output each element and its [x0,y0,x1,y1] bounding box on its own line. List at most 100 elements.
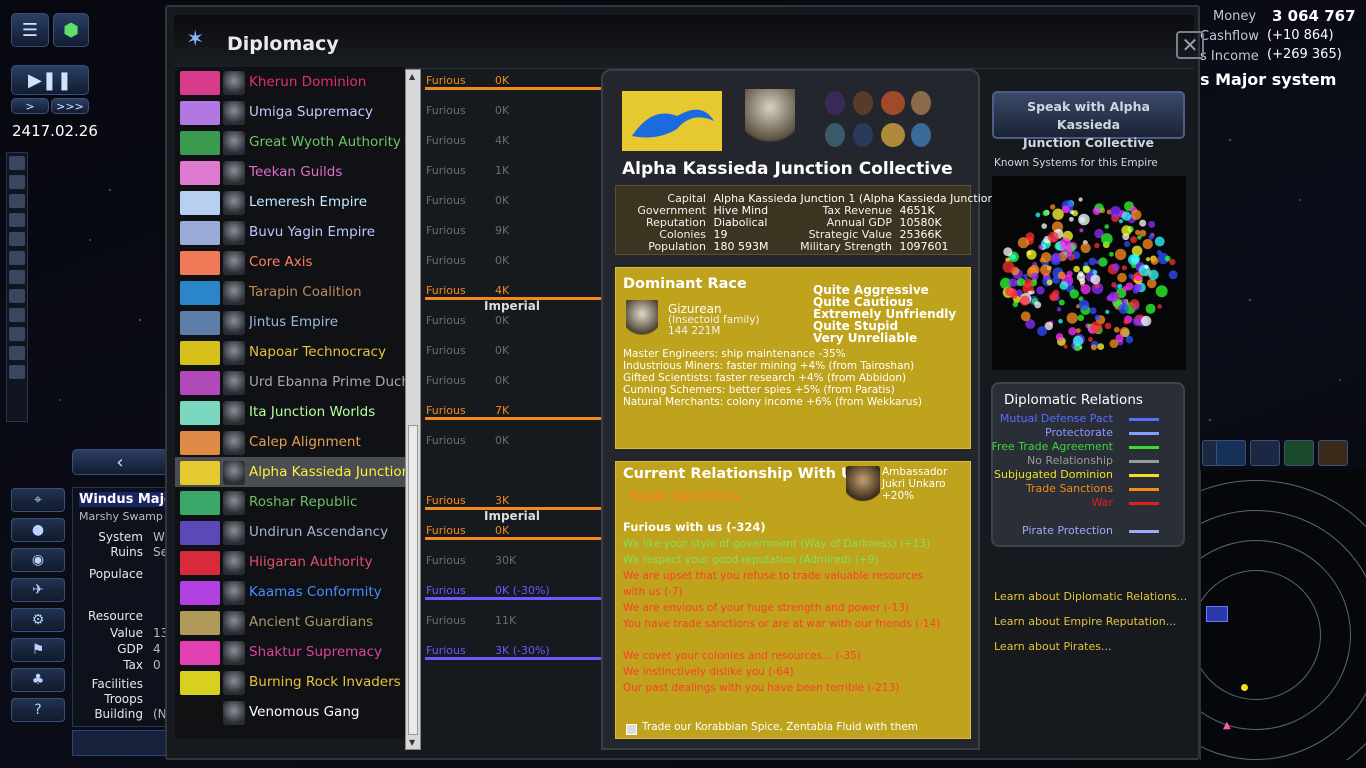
strip-icon[interactable] [9,232,25,246]
strip-icon[interactable] [9,156,25,170]
empire-flag-icon [180,251,220,275]
map-toolbar-button[interactable] [1216,440,1246,466]
speed-fast-button[interactable]: >>> [51,98,89,114]
empire-row[interactable]: Undirun Ascendancy [175,517,405,547]
relation-indicator: Furious 0K [425,97,601,127]
learn-more-link[interactable]: Learn about Diplomatic Relations... [994,590,1187,603]
galaxy-star-marker [1121,265,1127,271]
empire-flag-icon [180,371,220,395]
eye-icon: ◉ [31,552,45,568]
strip-icon[interactable] [9,194,25,208]
close-button[interactable]: ✕ [1176,31,1204,59]
empire-row[interactable]: Ancient Guardians [175,607,405,637]
system-map[interactable]: ▲ [1200,470,1366,760]
fleet-marker[interactable] [1206,606,1228,622]
strip-icon[interactable] [9,289,25,303]
ambassador-bonus: +20% [882,490,915,502]
empire-row[interactable]: Ita Junction Worlds [175,397,405,427]
empire-row[interactable]: Great Wyoth Authority [175,127,405,157]
scroll-down-arrow[interactable]: ▼ [409,738,415,747]
empire-row[interactable]: Napoar Technocracy [175,337,405,367]
dip-legend-swatch [1129,474,1159,477]
collapse-panel-button[interactable]: ‹ [72,449,168,475]
star-marker[interactable] [1241,684,1248,691]
side-tree-button[interactable]: ♣ [11,668,65,692]
diplomatic-relations-legend: Diplomatic Relations Mutual Defense Pact… [991,382,1185,547]
map-toolbar-button[interactable] [1284,440,1314,466]
ambassador-label: Ambassador [882,466,948,478]
strip-icon[interactable] [9,251,25,265]
side-target-button[interactable]: ⌖ [11,488,65,512]
empire-row[interactable]: Hiigaran Authority [175,547,405,577]
scroll-thumb[interactable] [408,425,418,735]
strip-icon[interactable] [9,327,25,341]
empire-list[interactable]: Kherun Dominion Umiga Supremacy Great Wy… [175,67,405,739]
galaxy-star-marker [1046,279,1053,286]
side-planet-button[interactable]: ● [11,518,65,542]
empire-list-scrollbar[interactable]: ▲ ▼ [405,69,421,750]
empire-row[interactable]: Shaktur Supremacy [175,637,405,667]
empire-row[interactable]: Buvu Yagin Empire [175,217,405,247]
learn-more-link[interactable]: Learn about Pirates... [994,640,1112,653]
empire-row[interactable]: Calep Alignment [175,427,405,457]
species-icon [853,123,873,147]
galaxy-star-marker [1051,252,1061,263]
strip-icon[interactable] [9,175,25,189]
dip-legend-label: Subjugated Dominion [994,468,1113,481]
relation-status: Furious [426,494,466,507]
empire-row[interactable]: Jintus Empire [175,307,405,337]
relationship-reason-negative: We covet your colonies and resources... … [623,650,861,662]
system-info-label: Value [110,626,143,640]
galaxy-star-marker [1041,223,1047,229]
bottom-tool-buttons[interactable] [72,730,168,756]
trade-checkbox-label[interactable]: Trade our Korabbian Spice, Zentabia Flui… [642,721,918,733]
learn-more-link[interactable]: Learn about Empire Reputation... [994,615,1176,628]
empire-name: Umiga Supremacy [249,104,374,120]
speak-with-empire-button[interactable]: Speak with Alpha Kassieda Junction Colle… [992,91,1185,150]
map-toolbar-button[interactable] [1318,440,1348,466]
side-eye-button[interactable]: ◉ [11,548,65,572]
empire-row[interactable]: Venomous Gang [175,697,405,727]
strip-icon[interactable] [9,213,25,227]
system-info-label: Building [94,707,143,721]
galaxy-star-marker [1037,326,1048,337]
empire-row[interactable]: Burning Rock Invaders [175,667,405,697]
trade-checkbox[interactable] [626,724,637,735]
map-toolbar-button[interactable] [1250,440,1280,466]
empire-row[interactable]: Urd Ebanna Prime Duchy [175,367,405,397]
system-info-value: 4 [153,642,161,656]
system-info-value: 0 [153,658,161,672]
side-settings-button[interactable]: ⚙ [11,608,65,632]
scroll-up-arrow[interactable]: ▲ [409,72,415,81]
help-button[interactable]: ⬢ [53,13,89,47]
empire-row[interactable]: Kaamas Conformity [175,577,405,607]
empire-row[interactable]: Teekan Guilds [175,157,405,187]
speed-slow-button[interactable]: > [11,98,49,114]
side-flag-button[interactable]: ⚑ [11,638,65,662]
empire-row[interactable]: Alpha Kassieda Junction [175,457,405,487]
galaxy-star-marker [1097,343,1105,350]
side-ship-button[interactable]: ✈ [11,578,65,602]
empire-row[interactable]: Tarapin Coalition [175,277,405,307]
known-systems-galaxy-map[interactable] [992,176,1186,370]
strip-icon[interactable] [9,365,25,379]
empire-row[interactable]: Roshar Republic [175,487,405,517]
strip-icon[interactable] [9,308,25,322]
menu-button[interactable]: ☰ [11,13,49,47]
system-info-value: W [153,530,165,544]
play-pause-button[interactable]: ▶❚❚ [11,65,89,95]
ship-marker[interactable]: ▲ [1223,720,1231,731]
strip-icon[interactable] [9,270,25,284]
side-help-button[interactable]: ? [11,698,65,722]
empire-row[interactable]: Core Axis [175,247,405,277]
empire-row[interactable]: Umiga Supremacy [175,97,405,127]
system-info-label: Ruins [110,545,143,559]
galaxy-star-marker [1049,292,1058,302]
strip-icon[interactable] [9,346,25,360]
galaxy-star-marker [1133,283,1141,291]
empire-row[interactable]: Lemeresh Empire [175,187,405,217]
left-icon-strip[interactable] [6,152,28,422]
relation-indicator: Furious 0K [425,337,601,367]
empire-row[interactable]: Kherun Dominion [175,67,405,97]
speak-button-line1: Speak with Alpha Kassieda [1027,99,1150,132]
